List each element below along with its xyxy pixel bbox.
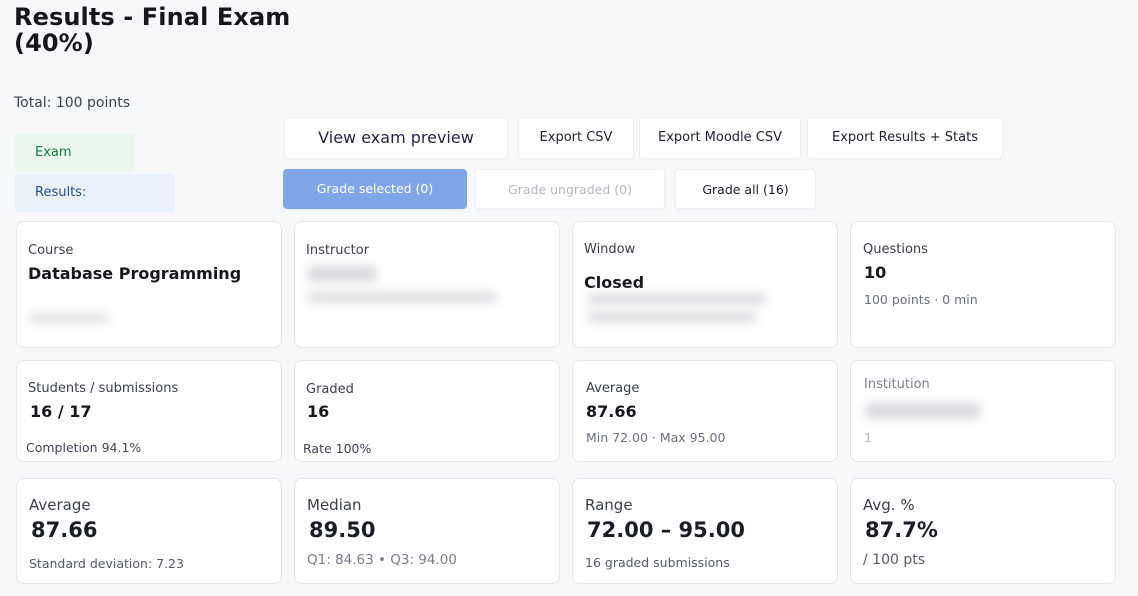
- avg-percent-card: Avg. % 87.7% / 100 pts: [850, 478, 1116, 584]
- total-points: Total: 100 points: [14, 95, 131, 111]
- graded-submissions-count: 16 graded submissions: [585, 555, 730, 570]
- graded-rate: Rate 100%: [303, 441, 372, 456]
- graded-card: Graded 16 Rate 100%: [294, 360, 560, 462]
- average-label: Average: [586, 381, 640, 396]
- median-card: Median 89.50 Q1: 84.63 • Q3: 94.00: [294, 478, 560, 584]
- grade-all-button[interactable]: Grade all (16): [675, 169, 816, 209]
- average-summary-card: Average 87.66 Min 72.00 · Max 95.00: [572, 360, 838, 462]
- grade-ungraded-button[interactable]: Grade ungraded (0): [475, 169, 665, 209]
- institution-sub: 1: [864, 430, 872, 445]
- questions-label: Questions: [863, 242, 928, 257]
- min-max: Min 72.00 · Max 95.00: [586, 430, 726, 445]
- redacted-text: [29, 314, 109, 322]
- redacted-instructor-name: [307, 266, 377, 282]
- export-results-stats-button[interactable]: Export Results + Stats: [807, 117, 1003, 159]
- grade-selected-button[interactable]: Grade selected (0): [283, 169, 467, 209]
- course-label: Course: [28, 243, 74, 258]
- students-label: Students / submissions: [28, 381, 179, 396]
- students-value: 16 / 17: [30, 402, 92, 421]
- course-card: Course Database Programming: [16, 221, 282, 348]
- median-value: 89.50: [309, 518, 376, 542]
- redacted-institution-name: [865, 403, 981, 419]
- avg-percent-label: Avg. %: [863, 496, 915, 514]
- median-label: Median: [307, 496, 362, 514]
- instructor-card: Instructor: [294, 221, 560, 348]
- page-title: Results - Final Exam (40%): [14, 3, 291, 57]
- questions-sub: 100 points · 0 min: [864, 292, 978, 307]
- redacted-instructor-email: [307, 292, 497, 302]
- range-value: 72.00 – 95.00: [587, 518, 745, 542]
- export-csv-button[interactable]: Export CSV: [518, 117, 634, 159]
- range-label: Range: [585, 496, 633, 514]
- questions-card: Questions 10 100 points · 0 min: [850, 221, 1116, 348]
- course-value: Database Programming: [28, 264, 242, 283]
- institution-card: Institution 1: [850, 360, 1116, 462]
- window-label: Window: [584, 242, 636, 257]
- average-stat-value: 87.66: [31, 518, 98, 542]
- redacted-window-dates: [587, 312, 757, 322]
- average-card: Average 87.66 Standard deviation: 7.23: [16, 478, 282, 584]
- window-value: Closed: [584, 273, 645, 292]
- redacted-window-dates: [587, 294, 767, 304]
- avg-percent-value: 87.7%: [865, 518, 938, 542]
- avg-percent-sub: / 100 pts: [863, 552, 926, 568]
- standard-deviation: Standard deviation: 7.23: [29, 556, 184, 571]
- questions-value: 10: [864, 263, 887, 282]
- graded-value: 16: [307, 402, 330, 421]
- institution-label: Institution: [864, 377, 930, 392]
- results-visibility-badge: Results: immediate: [15, 174, 175, 238]
- window-card: Window Closed: [572, 221, 838, 348]
- instructor-label: Instructor: [306, 243, 370, 258]
- average-stat-label: Average: [29, 496, 91, 514]
- range-card: Range 72.00 – 95.00 16 graded submission…: [572, 478, 838, 584]
- graded-label: Graded: [306, 382, 354, 397]
- view-exam-preview-button[interactable]: View exam preview: [284, 117, 508, 159]
- students-card: Students / submissions 16 / 17 Completio…: [16, 360, 282, 462]
- quartiles: Q1: 84.63 • Q3: 94.00: [307, 552, 457, 568]
- exam-visible-badge: Exam visible: [15, 134, 135, 198]
- average-value: 87.66: [586, 402, 637, 421]
- export-moodle-csv-button[interactable]: Export Moodle CSV: [639, 117, 801, 159]
- exam-results-page: Results - Final Exam (40%) Total: 100 po…: [0, 0, 1138, 596]
- completion-rate: Completion 94.1%: [26, 440, 142, 455]
